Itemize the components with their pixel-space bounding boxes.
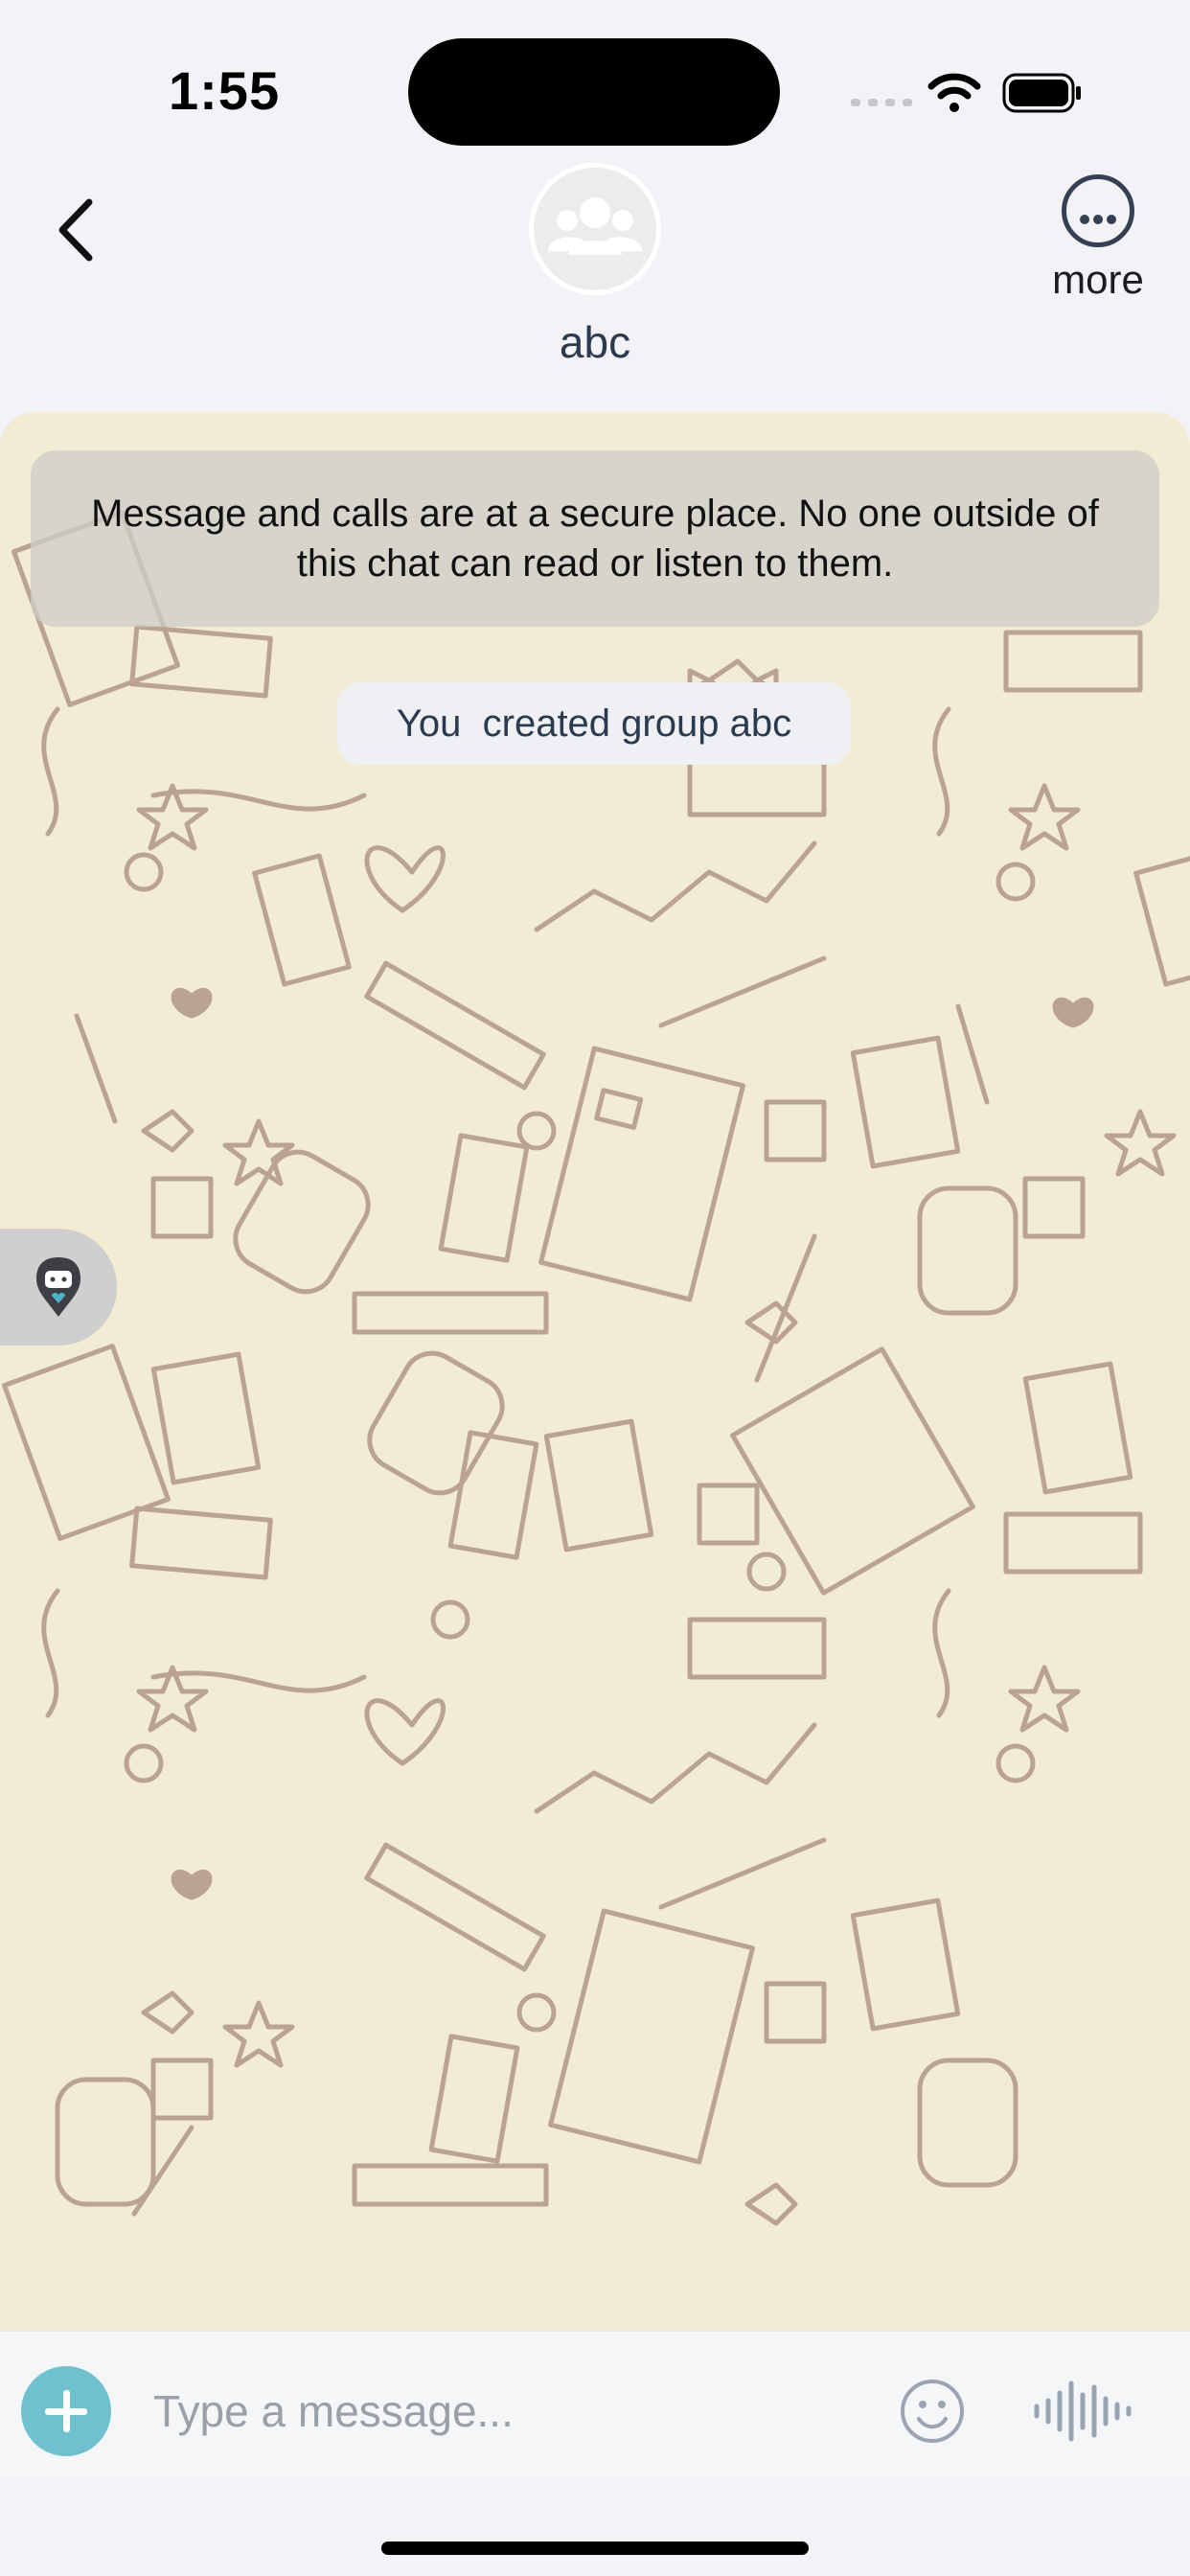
chevron-left-icon: [58, 198, 93, 262]
message-input[interactable]: [153, 2366, 843, 2456]
smiley-icon[interactable]: [899, 2378, 966, 2445]
chat-header: abc more: [0, 163, 1190, 412]
waveform-icon[interactable]: [1031, 2380, 1136, 2443]
home-indicator: [381, 2542, 809, 2555]
ellipsis-circle-icon: [1062, 174, 1134, 247]
dynamic-island: [408, 38, 780, 146]
system-message: You created group abc: [337, 682, 851, 765]
chat-area[interactable]: Message and calls are at a secure place.…: [0, 412, 1190, 2331]
floating-chat-assistant-button[interactable]: [0, 1229, 117, 1346]
battery-icon: [1002, 73, 1081, 113]
chat-title[interactable]: abc: [402, 316, 788, 368]
chat-bubble-icon: [36, 1257, 80, 1317]
more-button[interactable]: more: [1041, 169, 1156, 303]
message-composer: [0, 2331, 1190, 2476]
back-button[interactable]: [29, 182, 125, 278]
status-time: 1:55: [169, 60, 281, 121]
group-icon: [529, 163, 661, 295]
security-notice: Message and calls are at a secure place.…: [31, 450, 1159, 627]
status-bar: 1:55: [0, 0, 1190, 163]
cellular-signal-icon: [851, 99, 912, 106]
more-label: more: [1052, 257, 1144, 302]
wifi-icon: [927, 73, 981, 112]
add-attachment-button[interactable]: [21, 2366, 111, 2456]
group-avatar[interactable]: [529, 163, 661, 295]
